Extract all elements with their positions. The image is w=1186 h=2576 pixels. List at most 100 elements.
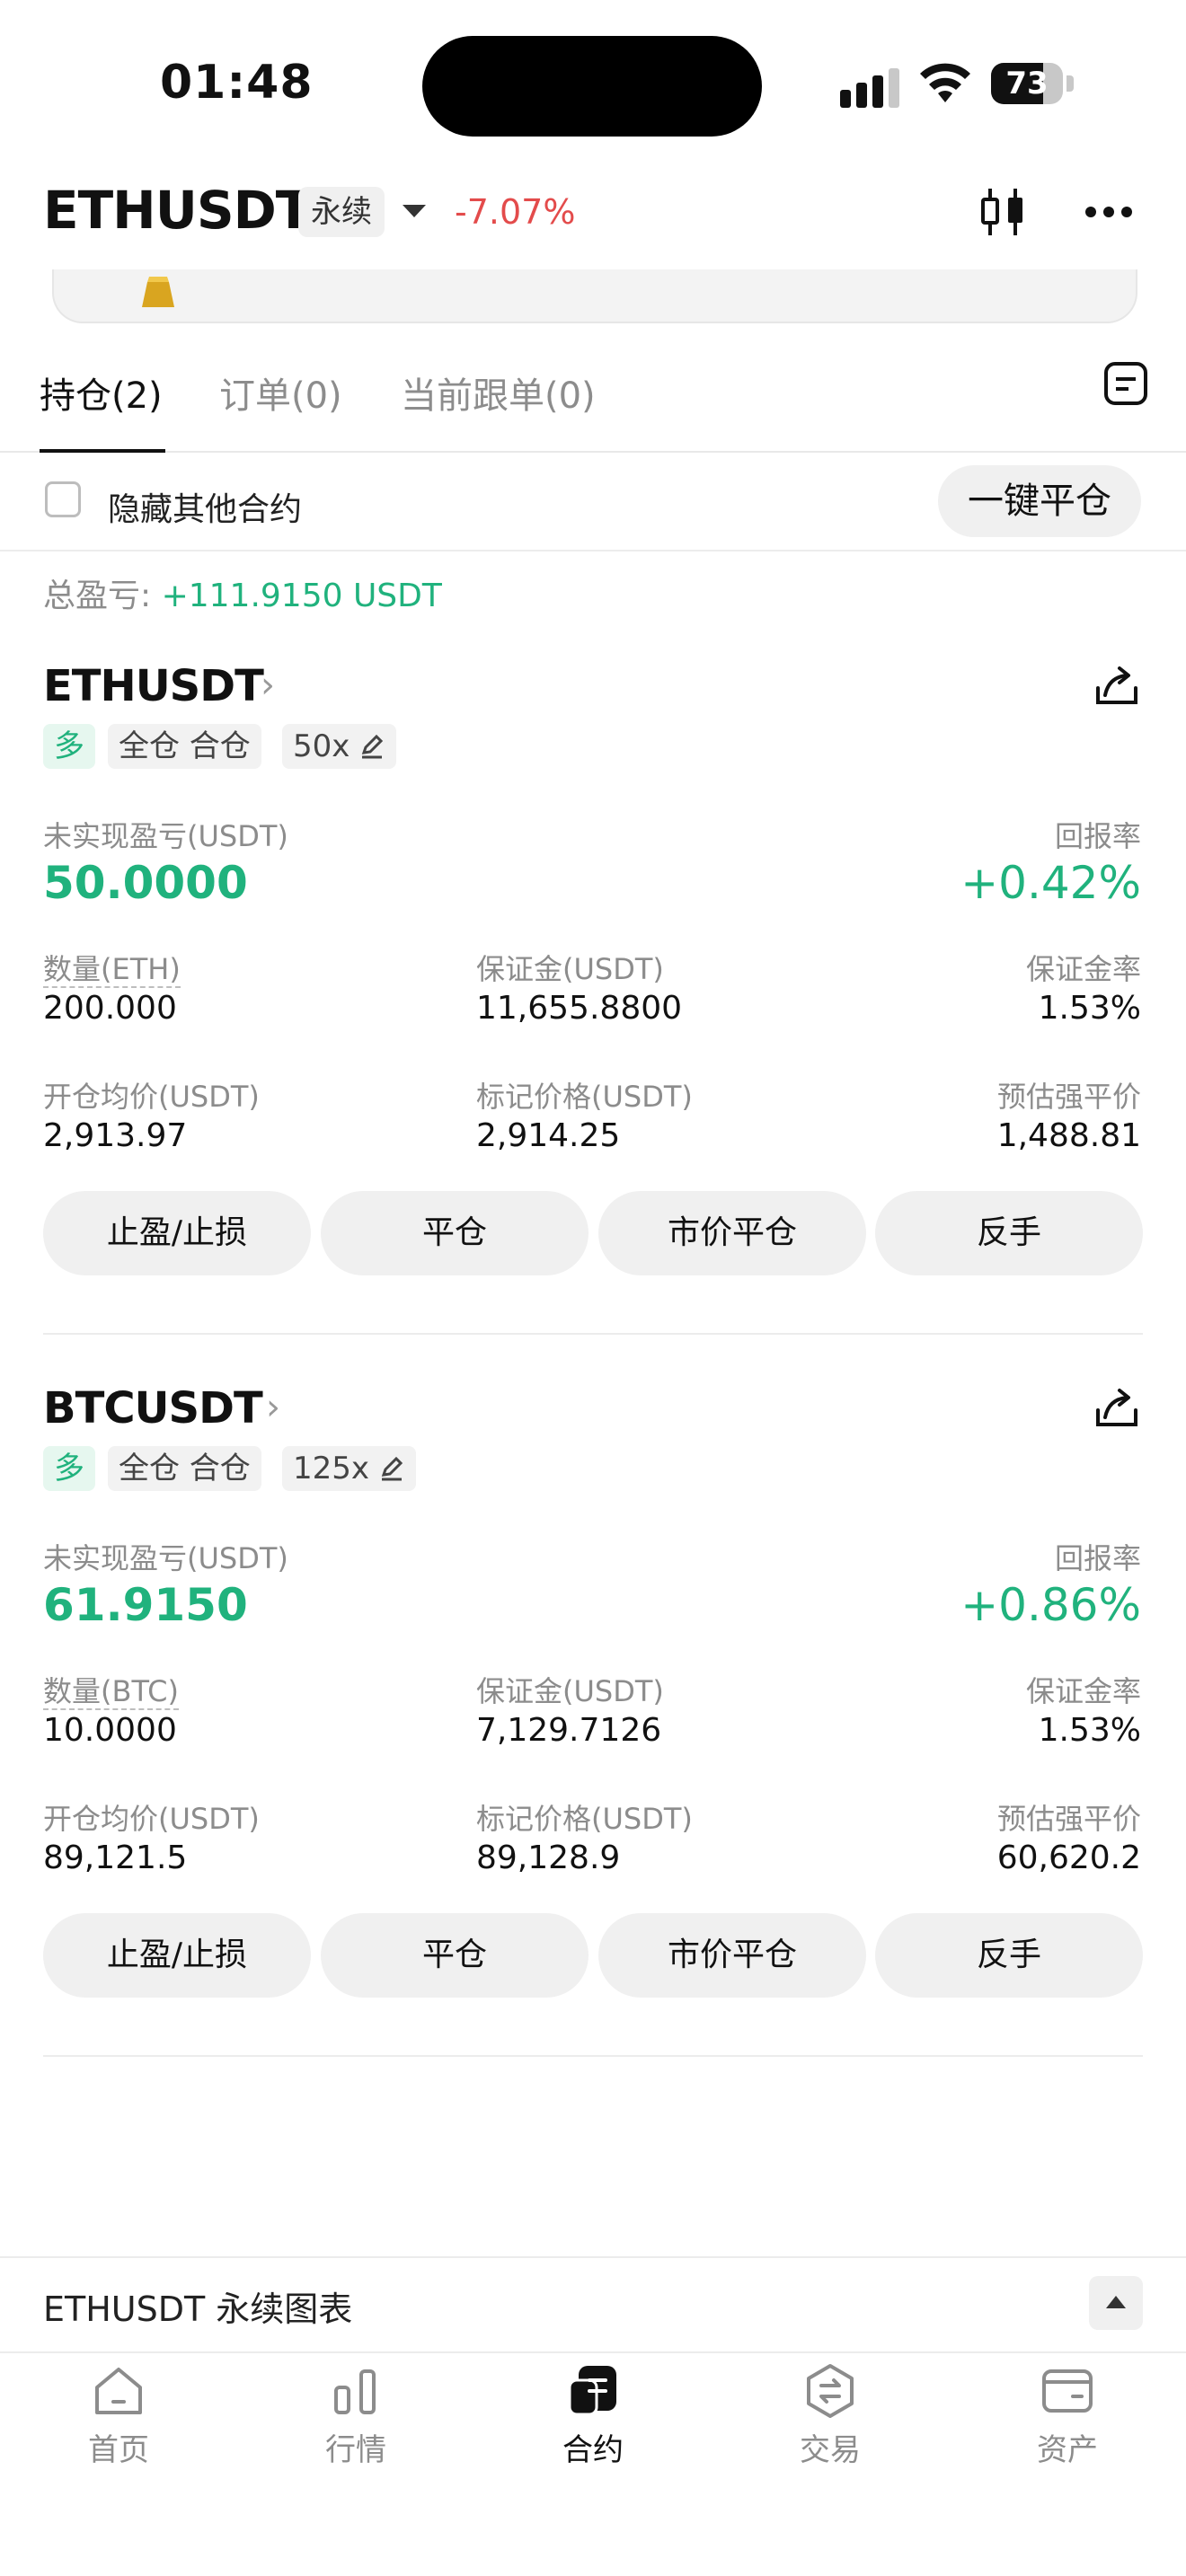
filter-divider xyxy=(0,550,1186,551)
hide-other-checkbox[interactable] xyxy=(45,481,81,517)
roe-label: 回报率 xyxy=(1054,1541,1141,1575)
market-close-button[interactable]: 市价平仓 xyxy=(598,1913,866,1998)
nav-trade-label: 交易 xyxy=(800,2432,861,2468)
gold-bar-icon xyxy=(142,277,174,307)
reverse-position-button[interactable]: 反手 xyxy=(875,1913,1143,1998)
position-card: BTCUSDT › 多 全仓 合仓 125x 未实现盈亏(USDT) 61.91… xyxy=(0,1383,1186,2084)
contract-symbol[interactable]: ETHUSDT xyxy=(43,180,311,241)
margin-value: 7,129.7126 xyxy=(476,1712,662,1749)
nav-market[interactable]: 行情 xyxy=(275,2362,437,2479)
margin-mode-tag[interactable]: 全仓 合仓 xyxy=(108,1446,261,1491)
nav-assets-label: 资产 xyxy=(1037,2432,1098,2468)
trade-icon xyxy=(807,2364,854,2418)
liq-price-value: 60,620.2 xyxy=(996,1839,1141,1876)
total-pnl: 总盈亏: +111.9150 USDT xyxy=(43,569,442,616)
close-all-button[interactable]: 一键平仓 xyxy=(938,465,1141,537)
quantity-label[interactable]: 数量(ETH) xyxy=(43,952,181,988)
futures-icon xyxy=(568,2366,616,2416)
quantity-label[interactable]: 数量(BTC) xyxy=(43,1674,179,1710)
margin-ratio-value: 1.53% xyxy=(1038,1712,1141,1749)
roe-value: +0.42% xyxy=(960,857,1141,909)
entry-price-label: 开仓均价(USDT) xyxy=(43,1080,260,1114)
unrealized-pnl-label: 未实现盈亏(USDT) xyxy=(43,819,288,853)
active-tab-indicator xyxy=(40,449,165,453)
chevron-up-icon[interactable] xyxy=(1089,2276,1143,2330)
promo-banner[interactable] xyxy=(52,269,1137,323)
status-time: 01:48 xyxy=(160,56,314,110)
mark-price-value: 89,128.9 xyxy=(476,1839,621,1876)
battery-icon: 73 xyxy=(991,63,1074,104)
nav-assets[interactable]: 资产 xyxy=(987,2362,1148,2479)
roe-label: 回报率 xyxy=(1054,819,1141,853)
edit-icon xyxy=(362,734,384,759)
unrealized-pnl-value: 50.0000 xyxy=(43,857,248,909)
leverage-tag[interactable]: 50x xyxy=(282,724,397,769)
chevron-right-icon[interactable]: › xyxy=(266,1387,280,1428)
total-pnl-value: +111.9150 USDT xyxy=(161,578,442,614)
position-card: ETHUSDT › 多 全仓 合仓 50x 未实现盈亏(USDT) 50.000… xyxy=(0,661,1186,1362)
share-icon[interactable] xyxy=(1093,661,1141,710)
position-pair[interactable]: BTCUSDT xyxy=(43,1383,263,1434)
battery-percent: 73 xyxy=(1005,66,1049,101)
nav-futures-label: 合约 xyxy=(562,2432,624,2468)
tab-positions[interactable]: 持仓(2) xyxy=(40,366,163,419)
wifi-icon xyxy=(920,63,970,102)
wallet-icon xyxy=(1042,2369,1093,2413)
cellular-signal-icon xyxy=(840,68,899,108)
nav-home-label: 首页 xyxy=(88,2432,149,2468)
liq-price-label: 预估强平价 xyxy=(996,1802,1141,1836)
mark-price-label: 标记价格(USDT) xyxy=(476,1080,693,1114)
home-icon xyxy=(95,2368,142,2414)
margin-label: 保证金(USDT) xyxy=(476,1674,664,1708)
roe-value: +0.86% xyxy=(960,1579,1141,1631)
tab-orders[interactable]: 订单(0) xyxy=(219,366,342,419)
margin-ratio-label: 保证金率 xyxy=(1025,1674,1141,1708)
mark-price-label: 标记价格(USDT) xyxy=(476,1802,693,1836)
tab-copy-orders[interactable]: 当前跟单(0) xyxy=(401,366,596,419)
tabs-divider xyxy=(0,451,1186,453)
position-pair[interactable]: ETHUSDT xyxy=(43,661,264,711)
margin-value: 11,655.8800 xyxy=(476,990,683,1027)
dynamic-island xyxy=(422,36,762,137)
entry-price-value: 89,121.5 xyxy=(43,1839,188,1876)
liq-price-label: 预估强平价 xyxy=(996,1080,1141,1114)
chevron-right-icon[interactable]: › xyxy=(261,665,275,706)
leverage-tag[interactable]: 125x xyxy=(282,1446,417,1491)
close-position-button[interactable]: 平仓 xyxy=(321,1191,589,1275)
nav-market-label: 行情 xyxy=(325,2432,386,2468)
unrealized-pnl-value: 61.9150 xyxy=(43,1579,248,1631)
edit-icon xyxy=(381,1456,403,1481)
card-divider xyxy=(43,2055,1143,2057)
notes-icon[interactable] xyxy=(1102,359,1150,408)
candlestick-icon[interactable] xyxy=(978,185,1028,239)
side-tag: 多 xyxy=(43,724,95,769)
chevron-down-icon[interactable] xyxy=(403,205,426,217)
margin-mode-tag[interactable]: 全仓 合仓 xyxy=(108,724,261,769)
tp-sl-button[interactable]: 止盈/止损 xyxy=(43,1191,311,1275)
nav-home[interactable]: 首页 xyxy=(38,2362,199,2479)
margin-label: 保证金(USDT) xyxy=(476,952,664,986)
total-pnl-label: 总盈亏: xyxy=(43,578,162,614)
side-tag: 多 xyxy=(43,1446,95,1491)
reverse-position-button[interactable]: 反手 xyxy=(875,1191,1143,1275)
close-position-button[interactable]: 平仓 xyxy=(321,1913,589,1998)
market-close-button[interactable]: 市价平仓 xyxy=(598,1191,866,1275)
quantity-value: 10.0000 xyxy=(43,1712,177,1749)
bottom-nav-divider xyxy=(0,2351,1186,2353)
liq-price-value: 1,488.81 xyxy=(996,1117,1141,1154)
price-change: -7.07% xyxy=(455,192,576,232)
nav-trade[interactable]: 交易 xyxy=(749,2362,911,2479)
tp-sl-button[interactable]: 止盈/止损 xyxy=(43,1913,311,1998)
chart-bar-divider xyxy=(0,2256,1186,2258)
market-icon xyxy=(334,2369,376,2414)
contract-type-tag[interactable]: 永续 xyxy=(298,187,385,237)
unrealized-pnl-label: 未实现盈亏(USDT) xyxy=(43,1541,288,1575)
nav-futures[interactable]: 合约 xyxy=(512,2362,674,2479)
card-divider xyxy=(43,1333,1143,1335)
more-icon[interactable] xyxy=(1084,205,1134,219)
hide-other-label[interactable]: 隐藏其他合约 xyxy=(108,483,302,530)
chart-bar-label[interactable]: ETHUSDT 永续图表 xyxy=(43,2281,352,2331)
margin-ratio-label: 保证金率 xyxy=(1025,952,1141,986)
share-icon[interactable] xyxy=(1093,1383,1141,1432)
leverage-value: 50x xyxy=(293,728,350,764)
